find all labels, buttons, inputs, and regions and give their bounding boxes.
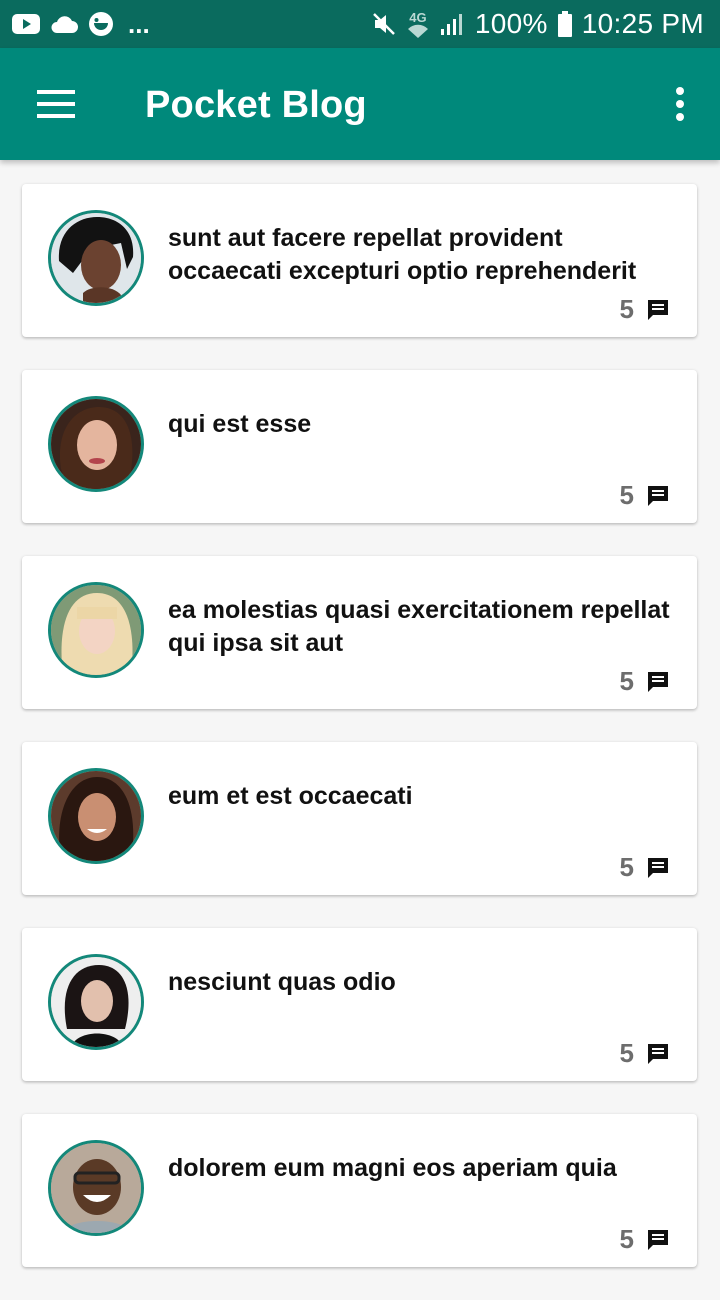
comment-icon	[648, 857, 668, 878]
comment-count: 5	[619, 1038, 634, 1068]
comment-icon	[648, 299, 668, 320]
system-icons: 4G 100% 10:25 PM	[371, 8, 704, 40]
clock: 10:25 PM	[581, 8, 704, 39]
comment-icon	[648, 485, 668, 506]
author-avatar	[48, 582, 144, 678]
comment-icon	[648, 1043, 668, 1064]
menu-button[interactable]	[26, 80, 86, 128]
author-avatar	[48, 954, 144, 1050]
comment-count: 5	[619, 480, 634, 510]
post-list: sunt aut facere repellat provident occae…	[22, 184, 697, 1300]
notification-icons: ...	[12, 11, 150, 37]
network-type-label: 4G	[409, 9, 427, 25]
signal-icon	[440, 14, 462, 35]
more-vert-icon	[676, 87, 684, 121]
overflow-menu-button[interactable]	[662, 78, 698, 130]
post-card[interactable]: eum et est occaecati 5	[22, 742, 697, 895]
battery-icon	[557, 11, 572, 37]
comment-indicator: 5	[620, 852, 670, 883]
more-notifications-icon: ...	[128, 9, 150, 39]
app-title: Pocket Blog	[145, 84, 367, 126]
hamburger-menu-icon	[37, 90, 75, 118]
post-title: qui est esse	[168, 410, 312, 438]
post-card[interactable]: dolorem eum magni eos aperiam quia 5	[22, 1114, 697, 1267]
battery-percent: 100%	[474, 8, 548, 39]
wifi-icon	[407, 24, 428, 38]
comment-count: 5	[619, 294, 634, 324]
post-title: dolorem eum magni eos aperiam quia	[168, 1154, 617, 1182]
comment-indicator: 5	[620, 294, 670, 325]
comment-count: 5	[619, 1224, 634, 1254]
author-avatar	[48, 1140, 144, 1236]
emoji-app-icon	[89, 12, 113, 36]
comment-indicator: 5	[620, 1038, 670, 1069]
cloud-icon	[51, 16, 78, 33]
author-avatar	[48, 396, 144, 492]
post-title: ea molestias quasi exercitationem repell…	[168, 596, 670, 657]
app-bar: Pocket Blog	[0, 48, 720, 160]
comment-icon	[648, 1229, 668, 1250]
comment-icon	[648, 671, 668, 692]
post-card[interactable]: ea molestias quasi exercitationem repell…	[22, 556, 697, 709]
post-card[interactable]: qui est esse 5	[22, 370, 697, 523]
comment-count: 5	[619, 666, 634, 696]
post-title: nesciunt quas odio	[168, 968, 396, 996]
network-indicator: 4G	[407, 11, 429, 38]
author-avatar	[48, 210, 144, 306]
youtube-icon	[12, 14, 40, 34]
post-title: sunt aut facere repellat provident occae…	[168, 224, 637, 285]
post-card[interactable]: sunt aut facere repellat provident occae…	[22, 184, 697, 337]
status-bar: ... 4G 100% 10:25 PM	[0, 0, 720, 48]
comment-indicator: 5	[620, 1224, 670, 1255]
author-avatar	[48, 768, 144, 864]
mute-icon	[373, 13, 395, 35]
comment-count: 5	[619, 852, 634, 882]
comment-indicator: 5	[620, 480, 670, 511]
comment-indicator: 5	[620, 666, 670, 697]
post-title: eum et est occaecati	[168, 782, 413, 810]
post-card[interactable]: nesciunt quas odio 5	[22, 928, 697, 1081]
